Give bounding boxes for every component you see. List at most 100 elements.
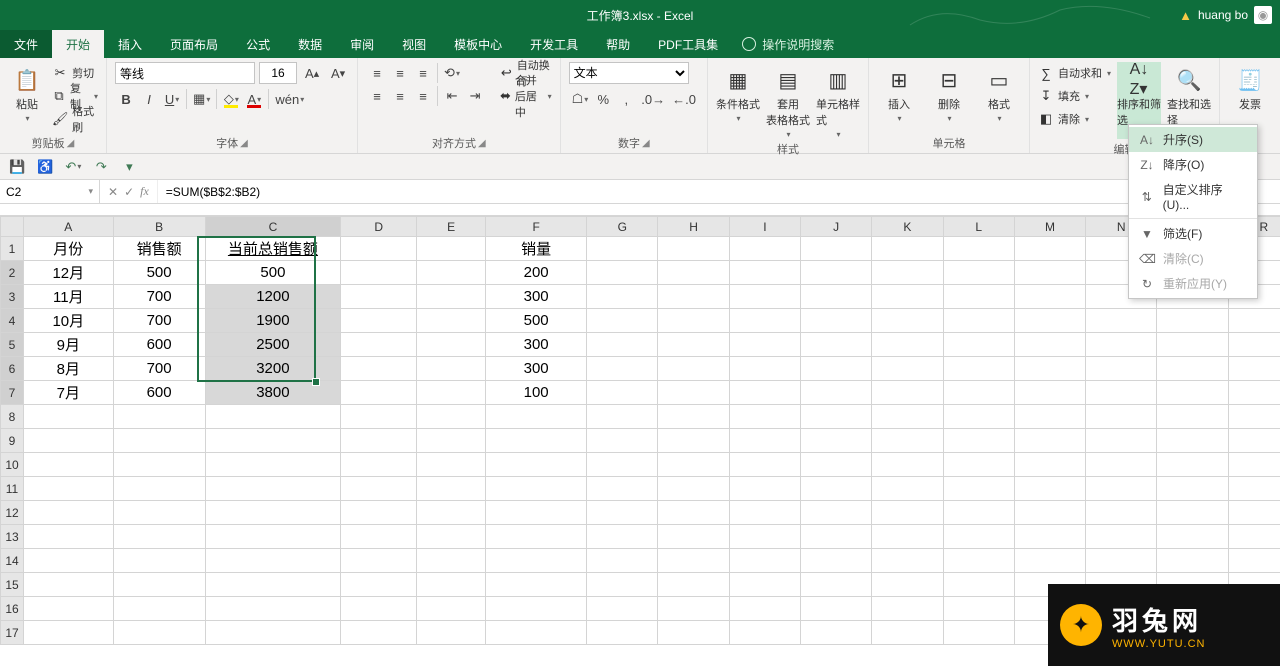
- underline-button[interactable]: U▾: [161, 88, 183, 110]
- row-header[interactable]: 5: [1, 333, 24, 357]
- tab-view[interactable]: 视图: [388, 30, 440, 58]
- autosum-button[interactable]: ∑自动求和▾: [1038, 62, 1111, 84]
- tab-formulas[interactable]: 公式: [232, 30, 284, 58]
- qat-customize[interactable]: ▾: [118, 156, 140, 178]
- row-header[interactable]: 16: [1, 597, 24, 621]
- cell[interactable]: 当前总销售额: [205, 237, 341, 261]
- insert-cells-button[interactable]: ⊞插入▾: [877, 62, 921, 123]
- cell[interactable]: 销售额: [113, 237, 205, 261]
- column-headers[interactable]: ABCDEFGHIJKLMNOR: [1, 217, 1280, 237]
- cell[interactable]: 300: [486, 357, 587, 381]
- name-box[interactable]: C2▾: [0, 180, 100, 203]
- clipboard-launcher[interactable]: ◢: [67, 138, 75, 149]
- row-header[interactable]: 6: [1, 357, 24, 381]
- cell[interactable]: 700: [113, 309, 205, 333]
- grow-font-button[interactable]: A▴: [301, 62, 323, 84]
- italic-button[interactable]: I: [138, 88, 160, 110]
- comma-button[interactable]: ,: [615, 88, 637, 110]
- accept-formula-icon[interactable]: ✓: [124, 185, 134, 199]
- align-center-button[interactable]: ≡: [389, 85, 411, 107]
- save-button[interactable]: 💾: [6, 156, 28, 178]
- currency-button[interactable]: ☖▾: [569, 88, 592, 110]
- tab-file[interactable]: 文件: [0, 30, 52, 58]
- cell[interactable]: 月份: [23, 237, 113, 261]
- cancel-formula-icon[interactable]: ✕: [108, 185, 118, 199]
- select-all-corner[interactable]: [1, 217, 24, 237]
- row-header[interactable]: 11: [1, 477, 24, 501]
- bold-button[interactable]: B: [115, 88, 137, 110]
- menu-filter[interactable]: ▼筛选(F): [1129, 221, 1257, 246]
- tab-layout[interactable]: 页面布局: [156, 30, 232, 58]
- tab-help[interactable]: 帮助: [592, 30, 644, 58]
- cell[interactable]: 销量: [486, 237, 587, 261]
- qat-unknown[interactable]: ♿: [34, 156, 56, 178]
- cell[interactable]: 2500: [205, 333, 341, 357]
- format-as-table-button[interactable]: ▤套用 表格格式▾: [766, 62, 810, 139]
- number-format-select[interactable]: 文本: [569, 62, 689, 84]
- row-header[interactable]: 1: [1, 237, 24, 261]
- clear-button[interactable]: ◧清除▾: [1038, 108, 1111, 130]
- undo-button[interactable]: ↶▾: [62, 156, 84, 178]
- cell[interactable]: 500: [205, 261, 341, 285]
- number-launcher[interactable]: ◢: [642, 138, 650, 149]
- cell[interactable]: 100: [486, 381, 587, 405]
- format-cells-button[interactable]: ▭格式▾: [977, 62, 1021, 123]
- tab-dev[interactable]: 开发工具: [516, 30, 592, 58]
- tab-home[interactable]: 开始: [52, 30, 104, 58]
- cell[interactable]: 500: [486, 309, 587, 333]
- cell[interactable]: 3200: [205, 357, 341, 381]
- cell[interactable]: 10月: [23, 309, 113, 333]
- row-header[interactable]: 15: [1, 573, 24, 597]
- row-header[interactable]: 3: [1, 285, 24, 309]
- tab-insert[interactable]: 插入: [104, 30, 156, 58]
- redo-button[interactable]: ↷: [90, 156, 112, 178]
- menu-custom-sort[interactable]: ⇅自定义排序(U)...: [1129, 177, 1257, 216]
- cell[interactable]: 600: [113, 381, 205, 405]
- font-color-button[interactable]: A▾: [243, 88, 265, 110]
- user-name[interactable]: huang bo: [1198, 8, 1248, 22]
- cell[interactable]: 1200: [205, 285, 341, 309]
- row-header[interactable]: 12: [1, 501, 24, 525]
- row-header[interactable]: 17: [1, 621, 24, 645]
- invoice-button[interactable]: 🧾发票: [1228, 62, 1272, 112]
- align-launcher[interactable]: ◢: [478, 138, 486, 149]
- font-name-select[interactable]: [115, 62, 255, 84]
- delete-cells-button[interactable]: ⊟删除▾: [927, 62, 971, 123]
- row-header[interactable]: 13: [1, 525, 24, 549]
- font-size-select[interactable]: [259, 62, 297, 84]
- cell[interactable]: 7月: [23, 381, 113, 405]
- row-header[interactable]: 2: [1, 261, 24, 285]
- fill-color-button[interactable]: ◇▾: [220, 88, 242, 110]
- percent-button[interactable]: %: [592, 88, 614, 110]
- tab-review[interactable]: 审阅: [336, 30, 388, 58]
- border-button[interactable]: ▦▾: [190, 88, 213, 110]
- font-launcher[interactable]: ◢: [240, 138, 248, 149]
- cell[interactable]: 300: [486, 333, 587, 357]
- cell[interactable]: 500: [113, 261, 205, 285]
- cell[interactable]: 12月: [23, 261, 113, 285]
- format-painter-button[interactable]: 🖌格式刷: [52, 108, 98, 130]
- cell[interactable]: 700: [113, 357, 205, 381]
- cell-styles-button[interactable]: ▥单元格样式▾: [816, 62, 860, 139]
- row-header[interactable]: 9: [1, 429, 24, 453]
- tab-data[interactable]: 数据: [284, 30, 336, 58]
- inc-decimal-button[interactable]: .0→: [638, 88, 668, 110]
- align-top-button[interactable]: ≡: [366, 62, 388, 84]
- conditional-format-button[interactable]: ▦条件格式▾: [716, 62, 760, 123]
- cell[interactable]: 700: [113, 285, 205, 309]
- cell[interactable]: 8月: [23, 357, 113, 381]
- fill-button[interactable]: ↧填充▾: [1038, 85, 1111, 107]
- cell[interactable]: 3800: [205, 381, 341, 405]
- worksheet-grid[interactable]: ABCDEFGHIJKLMNOR 1月份销售额当前总销售额销量212月50050…: [0, 216, 1280, 646]
- row-header[interactable]: 4: [1, 309, 24, 333]
- orientation-button[interactable]: ⟲▾: [441, 62, 463, 84]
- menu-sort-desc[interactable]: Z↓降序(O): [1129, 152, 1257, 177]
- indent-inc-button[interactable]: ⇥: [464, 85, 486, 107]
- tell-me[interactable]: 操作说明搜索: [732, 30, 844, 58]
- tab-pdf[interactable]: PDF工具集: [644, 30, 732, 58]
- phonetic-button[interactable]: wén▾: [272, 88, 307, 110]
- cell[interactable]: 9月: [23, 333, 113, 357]
- row-header[interactable]: 8: [1, 405, 24, 429]
- cell[interactable]: 200: [486, 261, 587, 285]
- row-header[interactable]: 7: [1, 381, 24, 405]
